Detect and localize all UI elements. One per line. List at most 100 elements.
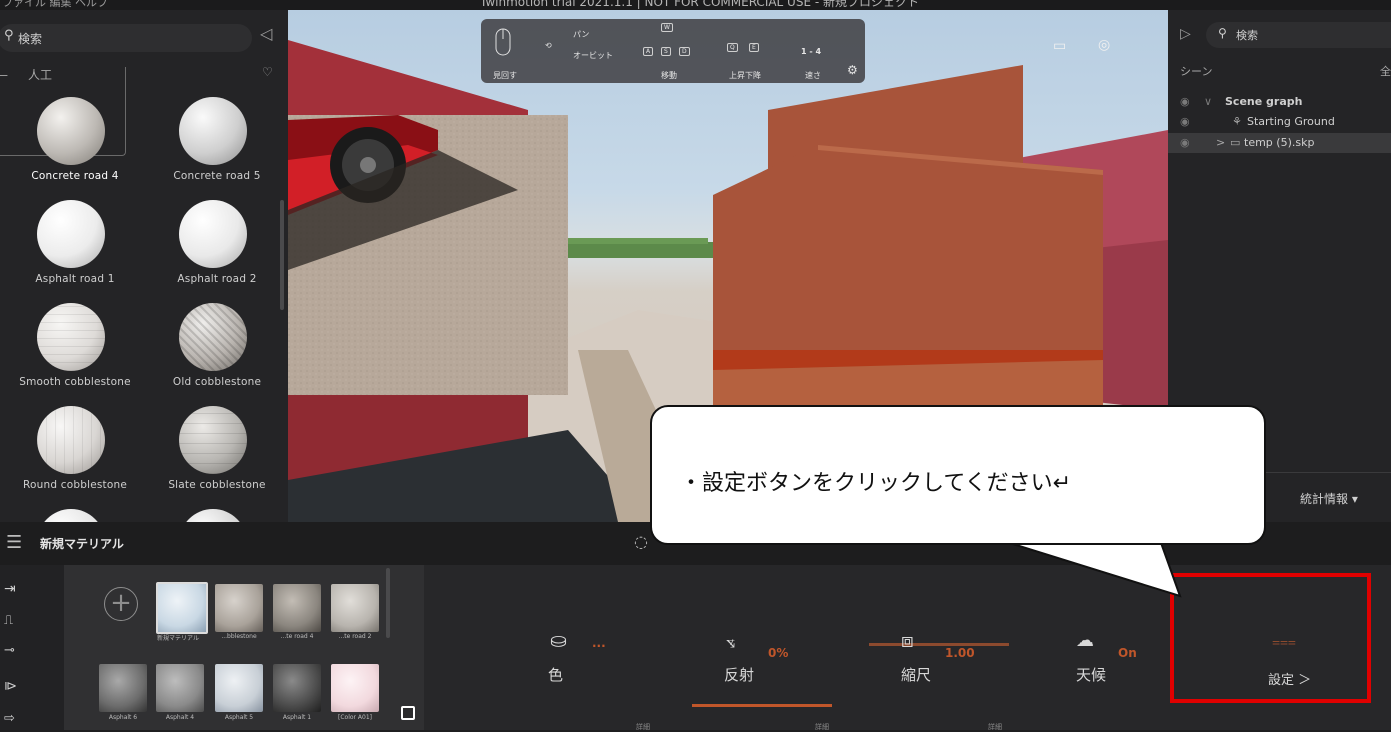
library-item[interactable]: Smooth cobblestone: [0, 293, 150, 396]
key-w: W: [661, 23, 673, 32]
library-item[interactable]: Asphalt road 1: [0, 190, 150, 293]
menu-icon[interactable]: ☰: [6, 532, 22, 553]
material-sphere: [37, 509, 105, 522]
tree-row-scene-graph[interactable]: ◉ ∨ Scene graph: [1168, 92, 1391, 112]
library-item[interactable]: Round cobblestone: [0, 396, 150, 499]
tree-row-starting-ground[interactable]: ◉ ⚘ Starting Ground: [1168, 112, 1391, 132]
library-item[interactable]: Asphalt road 2: [142, 190, 288, 293]
library-item[interactable]: Concrete road 4: [0, 67, 150, 190]
library-item[interactable]: [0, 499, 150, 522]
material-thumb[interactable]: [273, 664, 321, 712]
scene-search-placeholder: 検索: [1236, 29, 1258, 42]
gear-icon[interactable]: ⚙: [847, 63, 858, 77]
orbit-icon: ⟲: [545, 41, 552, 50]
weather-cloud-icon: ☁: [1076, 630, 1094, 651]
tree-row-temp-skp[interactable]: ◉ > ▭ temp (5).skp: [1168, 133, 1391, 153]
material-thumb[interactable]: [215, 584, 263, 632]
material-thumb[interactable]: [99, 664, 147, 712]
eye-icon[interactable]: ◉: [1180, 115, 1190, 128]
detail-label[interactable]: 詳細: [636, 722, 650, 732]
move-label: 移動: [661, 71, 677, 80]
export-icon[interactable]: ⇨: [4, 711, 15, 726]
chevron-down-icon[interactable]: ∨: [1204, 95, 1212, 108]
media-icon[interactable]: ⧐: [4, 679, 17, 694]
panel-toggle-icon[interactable]: ▭: [1053, 38, 1066, 54]
scene-header: シーン: [1180, 65, 1213, 78]
material-sphere: [179, 200, 247, 268]
reflect-slider[interactable]: [692, 704, 832, 707]
chevron-right-icon[interactable]: >: [1216, 136, 1225, 149]
detail-label[interactable]: 詳細: [815, 722, 829, 732]
color-label: 色: [548, 666, 564, 684]
thumbs-scrollbar[interactable]: [386, 568, 390, 638]
library-item[interactable]: Concrete road 5: [142, 87, 288, 190]
library-search-placeholder: 検索: [18, 32, 43, 46]
library-item-label: Asphalt road 1: [35, 273, 115, 285]
mouse-icon: [495, 28, 511, 56]
material-thumb[interactable]: [331, 664, 379, 712]
tree-row-label: temp (5).skp: [1244, 136, 1315, 149]
lightning-icon[interactable]: ⎍: [4, 613, 13, 628]
library-item[interactable]: Slate cobblestone: [142, 396, 288, 499]
scene-search-input[interactable]: ⚲ 検索: [1206, 22, 1391, 48]
add-material-button[interactable]: +: [104, 587, 138, 621]
material-thumb-label: Asphalt 5: [224, 714, 254, 721]
weather-value: On: [1118, 646, 1137, 660]
scale-slider[interactable]: [869, 643, 1009, 646]
tree-row-label: Scene graph: [1225, 95, 1303, 108]
pan-label: パン: [573, 30, 590, 39]
stats-dropdown[interactable]: 統計情報 ▾: [1300, 490, 1358, 507]
scene-header-right[interactable]: 全: [1380, 63, 1391, 79]
menu-bar[interactable]: ファイル 編集 ヘルプ: [2, 0, 108, 10]
material-thumb-label: ...te road 4: [280, 633, 314, 640]
material-thumb[interactable]: [331, 584, 379, 632]
expand-right-icon[interactable]: ▷: [1180, 26, 1191, 42]
library-search-input[interactable]: ⚲ 検索: [0, 24, 252, 52]
speed-label: 速さ: [805, 71, 821, 80]
material-sphere: [179, 303, 247, 371]
weather-label: 天候: [1076, 666, 1107, 684]
library-item-label: Old cobblestone: [172, 376, 262, 388]
key-a: A: [643, 47, 654, 56]
search-icon: ⚲: [4, 28, 14, 43]
material-thumb[interactable]: [273, 584, 321, 632]
scale-icon: ⧈: [901, 628, 914, 652]
import-icon[interactable]: ⇥: [4, 581, 16, 597]
eye-icon[interactable]: ◉: [1180, 136, 1190, 149]
orbit-label: オービット: [573, 51, 613, 60]
key-q: Q: [727, 43, 738, 52]
library-item[interactable]: Old cobblestone: [142, 293, 288, 396]
path-icon[interactable]: ⊸: [4, 643, 15, 658]
visibility-eye-icon[interactable]: ◎: [1098, 37, 1110, 53]
library-item-label: Slate cobblestone: [168, 479, 266, 491]
eye-icon[interactable]: ◉: [1180, 95, 1190, 108]
material-sphere: [179, 406, 247, 474]
material-title: 新規マテリアル: [40, 537, 124, 551]
material-thumbnails: + 新規マテリアル ...bblestone ...te road 4 ...t…: [64, 565, 424, 730]
picker-icon[interactable]: ◌: [634, 532, 648, 551]
material-thumb[interactable]: [156, 664, 204, 712]
material-thumb-label: ...te road 2: [338, 633, 372, 640]
material-thumb[interactable]: [215, 664, 263, 712]
material-sphere: [37, 97, 105, 165]
detail-label[interactable]: 詳細: [988, 722, 1002, 732]
speed-value[interactable]: 1 - 4: [801, 47, 821, 56]
look-label: 見回す: [493, 71, 517, 80]
select-toggle[interactable]: [401, 706, 415, 720]
library-item-label: Round cobblestone: [23, 479, 127, 491]
favorite-icon[interactable]: ♡: [262, 65, 273, 79]
library-item[interactable]: [142, 499, 288, 522]
key-s: S: [661, 47, 671, 56]
navigation-hud[interactable]: 見回す ⟲ パン オービット W A S D 移動 Q E 上昇下降 1 - 4…: [481, 19, 865, 83]
title-bar: ファイル 編集 ヘルプ Twinmotion trial 2021.1.1 | …: [0, 0, 1391, 10]
callout-message: ・設定ボタンをクリックしてください↵: [680, 471, 1072, 496]
highlight-box: [1170, 573, 1371, 703]
material-thumb-label: [Color A01]: [338, 714, 372, 721]
material-thumb-label: Asphalt 1: [282, 714, 312, 721]
material-thumb[interactable]: [156, 582, 208, 634]
folder-icon: ▭: [1230, 136, 1241, 149]
scale-value: 1.00: [945, 646, 975, 660]
key-e: E: [749, 43, 759, 52]
collapse-left-icon[interactable]: ◁: [260, 24, 272, 43]
group-icon: ⚘: [1232, 115, 1242, 128]
